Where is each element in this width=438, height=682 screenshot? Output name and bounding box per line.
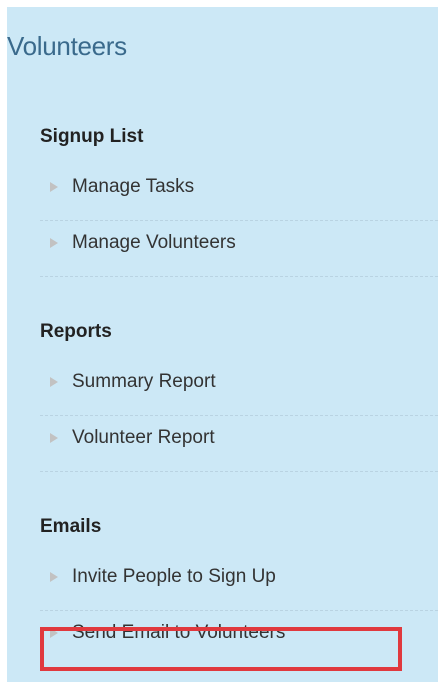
- nav-item-label: Summary Report: [72, 371, 216, 392]
- nav-item-manage-volunteers[interactable]: Manage Volunteers: [40, 221, 438, 277]
- highlight-box: [40, 627, 402, 671]
- triangle-right-icon: [50, 433, 58, 443]
- nav-item-label: Volunteer Report: [72, 427, 215, 448]
- volunteers-panel: Volunteers Signup List Manage Tasks Mana…: [7, 7, 438, 682]
- nav-item-label: Invite People to Sign Up: [72, 566, 276, 587]
- nav-item-label: Manage Tasks: [72, 176, 195, 197]
- nav-item-manage-tasks[interactable]: Manage Tasks: [40, 165, 438, 221]
- section-title-signup-list: Signup List: [40, 126, 144, 147]
- triangle-right-icon: [50, 182, 58, 192]
- nav-item-label: Manage Volunteers: [72, 232, 236, 253]
- nav-item-summary-report[interactable]: Summary Report: [40, 360, 438, 416]
- triangle-right-icon: [50, 377, 58, 387]
- triangle-right-icon: [50, 572, 58, 582]
- nav-item-volunteer-report[interactable]: Volunteer Report: [40, 416, 438, 472]
- triangle-right-icon: [50, 238, 58, 248]
- section-title-emails: Emails: [40, 516, 102, 537]
- panel-title: Volunteers: [7, 31, 127, 61]
- nav-item-invite-people[interactable]: Invite People to Sign Up: [40, 555, 438, 611]
- section-title-reports: Reports: [40, 321, 112, 342]
